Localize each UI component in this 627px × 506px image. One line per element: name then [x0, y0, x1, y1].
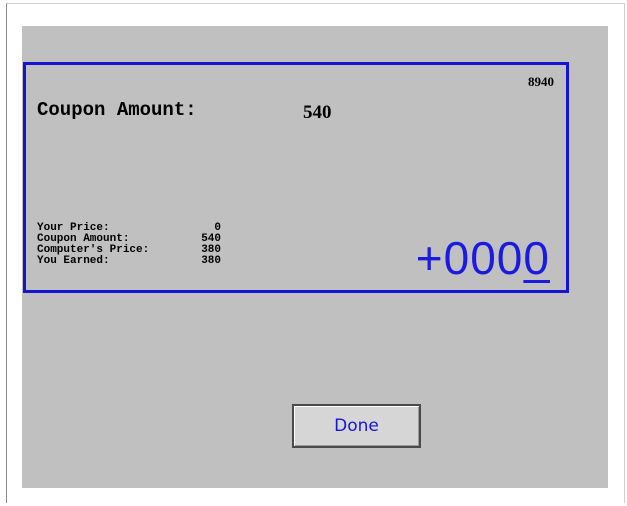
price-entry-digits: +000 [415, 232, 524, 284]
corner-number: 8940 [528, 74, 554, 89]
summary-value: 380 [201, 255, 221, 267]
done-button[interactable]: Done [292, 404, 421, 448]
price-entry-cursor-digit: 0 [523, 232, 550, 284]
summary-label: You Earned: [37, 255, 110, 267]
coupon-amount-value: 540 [303, 102, 332, 123]
price-entry-display: +0000 [416, 235, 550, 281]
coupon-amount-label: Coupon Amount: [37, 99, 197, 121]
summary-row-you-earned: You Earned: 380 [37, 256, 221, 267]
results-panel: 8940 Coupon Amount: 540 Your Price: 0 Co… [23, 62, 569, 293]
summary-table: Your Price: 0 Coupon Amount: 540 Compute… [37, 223, 221, 267]
